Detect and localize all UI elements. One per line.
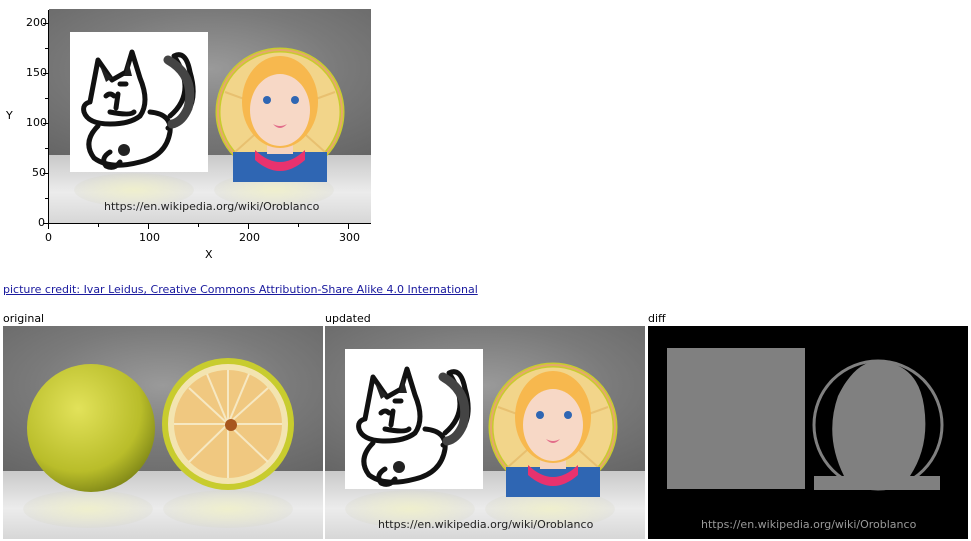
diff-image: https://en.wikipedia.org/wiki/Oroblanco: [648, 326, 968, 539]
cat-doodle-box: [345, 349, 483, 489]
diff-avatar-silhouette-icon: [812, 359, 944, 491]
x-tick-label: 100: [139, 231, 160, 244]
grapefruit-pair-icon: [27, 358, 294, 492]
image-caption: https://en.wikipedia.org/wiki/Oroblanco: [104, 200, 320, 213]
y-tick-label: 150: [26, 66, 47, 79]
picture-credit-link[interactable]: picture credit: Ivar Leidus, Creative Co…: [3, 283, 478, 296]
woman-avatar-icon: [215, 47, 345, 182]
x-tick-label: 0: [45, 231, 52, 244]
cat-doodle-icon: [356, 366, 471, 487]
cat-doodle-icon: [81, 49, 196, 170]
y-tick-label: 50: [32, 166, 46, 179]
original-image: [3, 326, 323, 539]
updated-label: updated: [325, 312, 371, 325]
x-axis-ticks: [48, 224, 349, 229]
y-tick-label: 0: [38, 216, 45, 229]
diff-caption: https://en.wikipedia.org/wiki/Oroblanco: [701, 518, 917, 531]
diff-label: diff: [648, 312, 666, 325]
y-tick-label: 100: [26, 116, 47, 129]
plot-image: https://en.wikipedia.org/wiki/Oroblanco: [49, 9, 371, 223]
x-axis-label: X: [205, 248, 213, 261]
cat-doodle-box: [70, 32, 208, 172]
y-axis-label: Y: [6, 109, 13, 122]
woman-avatar-icon: [488, 362, 618, 497]
image-plot: 200 150 100 50 0 0 100 200 300 Y X https…: [0, 0, 380, 268]
x-tick-label: 200: [239, 231, 260, 244]
original-label: original: [3, 312, 45, 325]
x-tick-label: 300: [339, 231, 360, 244]
y-tick-label: 200: [26, 16, 47, 29]
updated-image: https://en.wikipedia.org/wiki/Oroblanco: [325, 326, 645, 539]
updated-caption: https://en.wikipedia.org/wiki/Oroblanco: [378, 518, 594, 531]
